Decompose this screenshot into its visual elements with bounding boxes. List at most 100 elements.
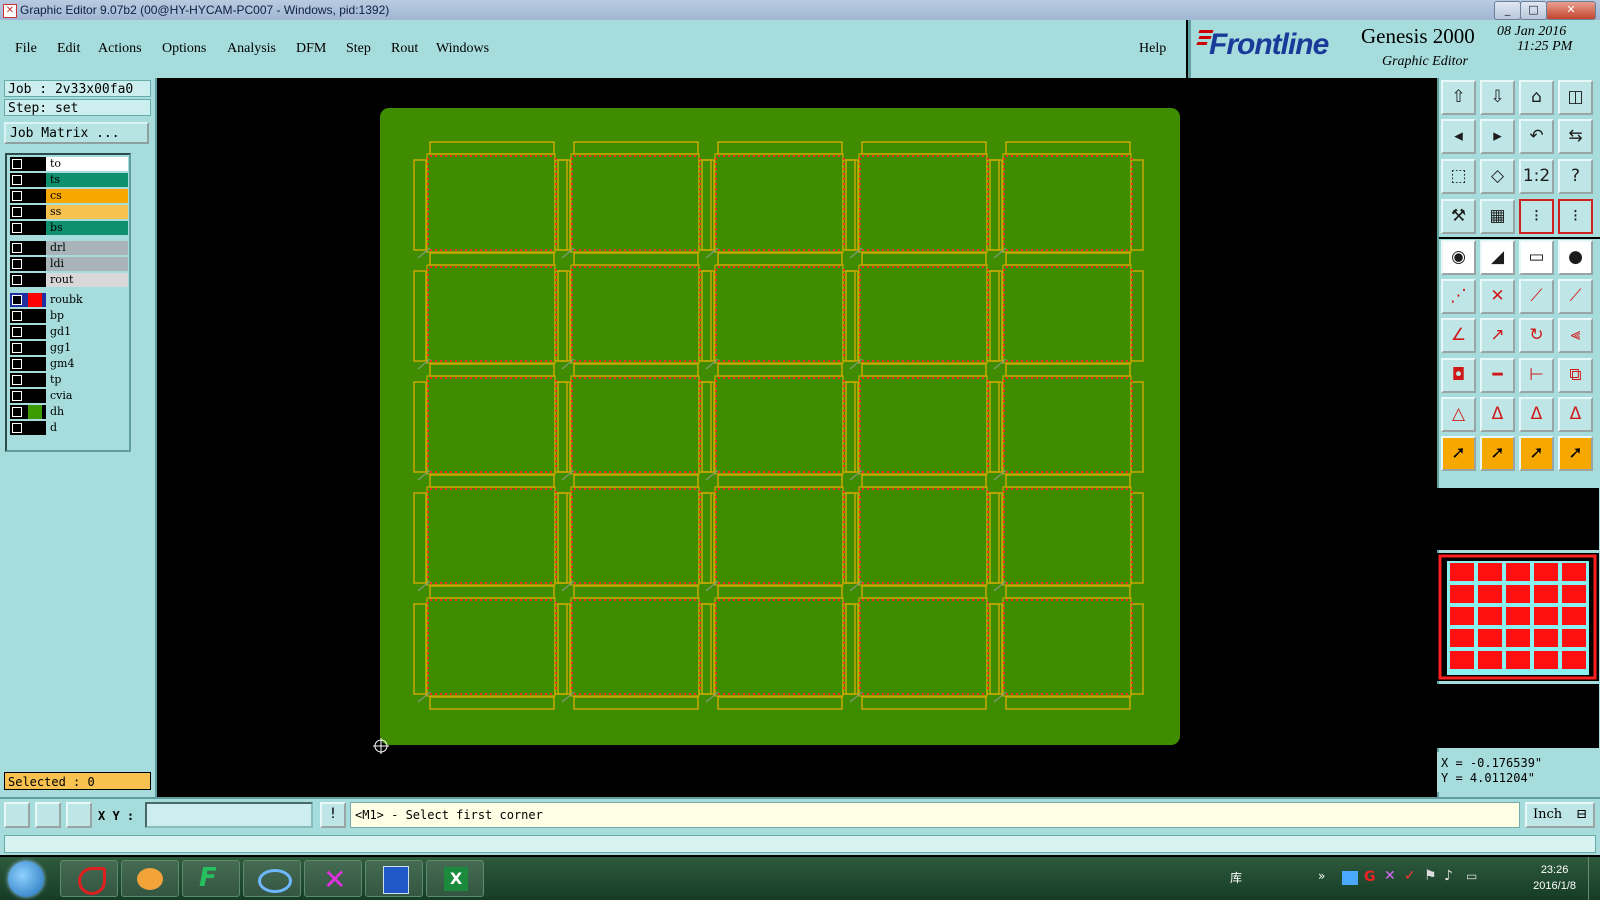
taskbar-app-3[interactable]: F: [182, 860, 240, 897]
layer-row-gg1[interactable]: gg1: [10, 341, 128, 355]
tray-flag-2-icon[interactable]: ⚑: [1424, 868, 1437, 884]
grid-mode-button[interactable]: [66, 802, 92, 828]
taskbar-app-6[interactable]: [365, 860, 423, 897]
layer-checkbox[interactable]: [12, 311, 22, 321]
graphic-canvas[interactable]: [157, 78, 1437, 798]
layer-checkbox[interactable]: [12, 275, 22, 285]
layer-row-ldi[interactable]: ldi: [10, 257, 128, 271]
layer-row-gd1[interactable]: gd1: [10, 325, 128, 339]
tray-g-icon[interactable]: G: [1364, 869, 1376, 885]
layer-checkbox[interactable]: [12, 191, 22, 201]
layer-row-drl[interactable]: drl: [10, 241, 128, 255]
menu-rout[interactable]: Rout: [391, 41, 418, 57]
layer-compare-button[interactable]: ⁝: [1519, 199, 1554, 234]
layer-checkbox[interactable]: [12, 259, 22, 269]
menu-help[interactable]: Help: [1139, 41, 1166, 57]
help-button[interactable]: ?: [1558, 159, 1593, 194]
menu-options[interactable]: Options: [162, 41, 206, 57]
units-selector[interactable]: Inch ⊟: [1525, 802, 1595, 828]
grid-button[interactable]: ▦: [1480, 199, 1515, 234]
library-toolbar[interactable]: 库: [1230, 869, 1242, 886]
menu-dfm[interactable]: DFM: [296, 41, 326, 57]
line-point-2-button[interactable]: ⟋: [1558, 279, 1593, 314]
layer-checkbox[interactable]: [12, 175, 22, 185]
tray-display-icon[interactable]: ▭: [1466, 869, 1477, 883]
layer-checkbox[interactable]: [12, 159, 22, 169]
layer-checkbox[interactable]: [12, 295, 22, 305]
layer-checkbox[interactable]: [12, 359, 22, 369]
zoom-home-button[interactable]: ⇧: [1441, 80, 1476, 115]
volume-icon[interactable]: ♪: [1444, 868, 1453, 884]
angle-button[interactable]: ∠: [1441, 318, 1476, 353]
minimize-button[interactable]: _: [1494, 1, 1521, 20]
layer-row-tp[interactable]: tp: [10, 373, 128, 387]
triangle-a-button[interactable]: Δ: [1480, 397, 1515, 432]
layer-checkbox[interactable]: [12, 243, 22, 253]
pointer-select-button[interactable]: ➚: [1480, 436, 1515, 471]
node-button[interactable]: ◘: [1441, 358, 1476, 393]
layer-checkbox[interactable]: [12, 223, 22, 233]
snap-mode-button[interactable]: [4, 802, 30, 828]
tray-flag-icon[interactable]: ✓: [1404, 868, 1416, 884]
layer-checkbox[interactable]: [12, 423, 22, 433]
layer-row-bp[interactable]: bp: [10, 309, 128, 323]
wrench-button[interactable]: ⚒: [1441, 199, 1476, 234]
fit-profile-button[interactable]: ◇: [1480, 159, 1515, 194]
triangle-button[interactable]: △: [1441, 397, 1476, 432]
pointer-button[interactable]: ➚: [1441, 436, 1476, 471]
job-matrix-button[interactable]: Job Matrix ...: [4, 122, 149, 144]
tray-network-icon[interactable]: [1342, 871, 1358, 885]
layer-checkbox[interactable]: [12, 407, 22, 417]
show-desktop-button[interactable]: [1588, 857, 1600, 900]
split-view-button[interactable]: ◫: [1558, 80, 1593, 115]
xy-input[interactable]: [145, 802, 313, 828]
pan-right-button[interactable]: ▸: [1480, 119, 1515, 154]
menu-windows[interactable]: Windows: [436, 41, 489, 57]
layer-row-ts[interactable]: ts: [10, 173, 128, 187]
layer-compare-2-button[interactable]: ⁝: [1558, 199, 1593, 234]
pad-button[interactable]: ●: [1558, 240, 1593, 275]
triangle-a2-button[interactable]: Δ: [1519, 397, 1554, 432]
layer-row-bs[interactable]: bs: [10, 221, 128, 235]
save-view-button[interactable]: ⇩: [1480, 80, 1515, 115]
line-button[interactable]: ━: [1480, 358, 1515, 393]
layer-row-d[interactable]: d: [10, 421, 128, 435]
layer-row-rout[interactable]: rout: [10, 273, 128, 287]
taskbar-app-1[interactable]: [60, 860, 118, 897]
close-button[interactable]: ✕: [1546, 1, 1596, 20]
arc-button[interactable]: ↻: [1519, 318, 1554, 353]
layer-checkbox[interactable]: [12, 375, 22, 385]
layer-checkbox[interactable]: [12, 327, 22, 337]
copy-shape-button[interactable]: ⧉: [1558, 358, 1593, 393]
layer-row-to[interactable]: to: [10, 157, 128, 171]
swap-button[interactable]: ⇆: [1558, 119, 1593, 154]
snapshot-button[interactable]: ◉: [1441, 240, 1476, 275]
layer-row-dh[interactable]: dh: [10, 405, 128, 419]
measure-mode-button[interactable]: [35, 802, 61, 828]
maximize-button[interactable]: □: [1520, 1, 1547, 20]
layer-row-cs[interactable]: cs: [10, 189, 128, 203]
layer-row-roubk[interactable]: roubk: [10, 293, 128, 307]
scale-1-2-button[interactable]: 1:2: [1519, 159, 1554, 194]
expand-toolbar-icon[interactable]: »: [1318, 869, 1325, 883]
menu-step[interactable]: Step: [346, 41, 371, 57]
overview-map[interactable]: [1437, 553, 1599, 681]
intersect-button[interactable]: ✕: [1480, 279, 1515, 314]
taskbar-app-2[interactable]: [121, 860, 179, 897]
layer-checkbox[interactable]: [12, 343, 22, 353]
connect-button[interactable]: ⋰: [1441, 279, 1476, 314]
home-button[interactable]: ⌂: [1519, 80, 1554, 115]
tray-x-icon[interactable]: ✕: [1384, 868, 1396, 884]
taskbar-app-5[interactable]: ✕: [304, 860, 362, 897]
arrow-line-button[interactable]: ↗: [1480, 318, 1515, 353]
layer-row-ss[interactable]: ss: [10, 205, 128, 219]
shape-button[interactable]: ◢: [1480, 240, 1515, 275]
layer-checkbox[interactable]: [12, 391, 22, 401]
dimension-button[interactable]: ⊢: [1519, 358, 1554, 393]
layer-row-cvia[interactable]: cvia: [10, 389, 128, 403]
layer-row-gm4[interactable]: gm4: [10, 357, 128, 371]
ruler-button[interactable]: ▭: [1519, 240, 1554, 275]
fit-screen-button[interactable]: ⬚: [1441, 159, 1476, 194]
pointer-path-button[interactable]: ➚: [1558, 436, 1593, 471]
taskbar-app-4[interactable]: [243, 860, 301, 897]
